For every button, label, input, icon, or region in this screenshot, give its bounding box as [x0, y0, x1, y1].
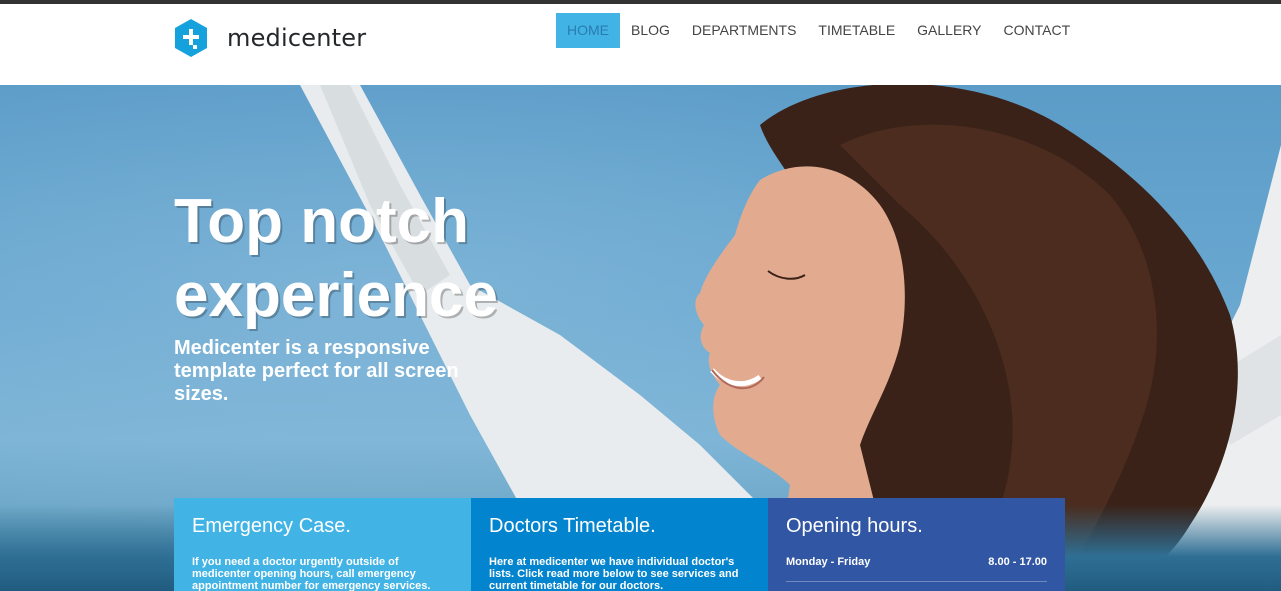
- hours-time: 8.00 - 17.00: [988, 556, 1047, 568]
- emergency-box: Emergency Case. If you need a doctor urg…: [174, 498, 471, 591]
- opening-hours-box: Opening hours. Monday - Friday 8.00 - 17…: [768, 498, 1065, 591]
- hero-title: Top notch experience: [174, 185, 594, 333]
- brand-name: medicenter: [227, 24, 367, 52]
- main-nav: HOME BLOG DEPARTMENTS TIMETABLE GALLERY …: [556, 13, 1081, 48]
- nav-gallery[interactable]: GALLERY: [906, 13, 992, 48]
- site-header: medicenter HOME BLOG DEPARTMENTS TIMETAB…: [0, 4, 1281, 85]
- nav-departments[interactable]: DEPARTMENTS: [681, 13, 808, 48]
- plus-hexagon-icon: [173, 18, 209, 58]
- nav-blog[interactable]: BLOG: [620, 13, 681, 48]
- timetable-text: Here at medicenter we have individual do…: [489, 556, 739, 591]
- nav-contact[interactable]: CONTACT: [993, 13, 1082, 48]
- info-boxes: Emergency Case. If you need a doctor urg…: [174, 498, 1065, 591]
- timetable-box: Doctors Timetable. Here at medicenter we…: [471, 498, 768, 591]
- hero-subtitle: Medicenter is a responsive template perf…: [174, 337, 459, 405]
- nav-timetable[interactable]: TIMETABLE: [807, 13, 906, 48]
- site-logo[interactable]: medicenter: [173, 18, 366, 58]
- emergency-title: Emergency Case.: [192, 515, 351, 537]
- hero-title-line2: experience: [174, 261, 498, 330]
- opening-hours-title: Opening hours.: [786, 515, 923, 537]
- nav-home[interactable]: HOME: [556, 13, 620, 48]
- hours-row: Monday - Friday 8.00 - 17.00: [786, 556, 1047, 582]
- hero-title-line1: Top notch: [174, 187, 469, 256]
- emergency-text: If you need a doctor urgently outside of…: [192, 556, 431, 591]
- hours-day: Monday - Friday: [786, 556, 871, 568]
- timetable-title: Doctors Timetable.: [489, 515, 656, 537]
